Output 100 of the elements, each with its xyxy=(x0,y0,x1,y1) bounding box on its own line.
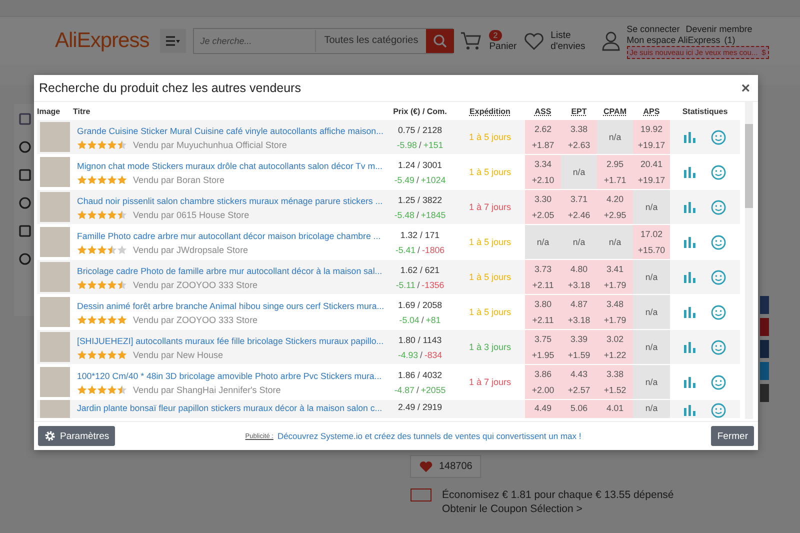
menu-button[interactable] xyxy=(160,29,186,53)
star-icon xyxy=(117,384,127,394)
ad-link[interactable]: Découvrez Systeme.io et créez des tunnels de ventes qui convertissent un max ! xyxy=(277,431,582,441)
product-thumbnail[interactable] xyxy=(40,122,70,152)
cart-link[interactable]: Panier xyxy=(489,41,517,52)
bar-chart-icon[interactable] xyxy=(684,202,696,212)
product-link[interactable]: 100*120 Cm/40 * 48in 3D bricolage amovible Photo arbre Pvc Stickers mura... xyxy=(77,370,382,382)
metric-change: +1.59 xyxy=(566,350,592,360)
star-icon xyxy=(107,280,117,290)
change-value: / xyxy=(418,140,422,150)
wishlist-link[interactable]: Liste d'envies xyxy=(550,30,595,52)
metric-value: 19.92 xyxy=(639,124,664,134)
product-link[interactable]: Bricolage cadre Photo de famille arbre mur autocollant décor à la maison sal... xyxy=(77,264,382,276)
toolbar-icon[interactable] xyxy=(18,252,32,266)
bar-chart-icon[interactable] xyxy=(684,342,696,352)
smiley-icon[interactable] xyxy=(710,200,726,214)
toolbar-icon[interactable] xyxy=(18,196,32,210)
product-link[interactable]: Dessin animé forêt arbre branche Animal hibou singe ours cerf Stickers mura... xyxy=(77,300,384,312)
metric-value: 4.80 xyxy=(569,264,589,274)
sign-in-link[interactable]: Se connecter xyxy=(626,24,680,34)
bar-chart-icon[interactable] xyxy=(684,166,696,178)
product-thumbnail[interactable] xyxy=(40,367,70,397)
smiley-icon[interactable] xyxy=(710,130,726,144)
settings-button[interactable]: Paramètres xyxy=(38,426,116,446)
bar-chart-icon[interactable] xyxy=(684,236,696,248)
smiley-icon[interactable] xyxy=(710,340,726,354)
toolbar-icon[interactable] xyxy=(18,140,32,154)
toolbar-icon[interactable] xyxy=(18,224,32,238)
star-icon xyxy=(87,210,97,220)
scrollbar[interactable] xyxy=(745,102,753,419)
change-value: +81 xyxy=(426,314,441,324)
smiley-icon[interactable] xyxy=(710,304,726,320)
metric-value: n/a xyxy=(644,272,659,282)
product-link[interactable]: Famille Photo cadre arbre mur autocollant décor maison bricolage chambre ... xyxy=(77,230,381,242)
star-icon xyxy=(97,280,107,290)
toolbar-icon[interactable] xyxy=(18,168,32,182)
change-value: +1845 xyxy=(420,210,446,220)
smiley-icon[interactable] xyxy=(710,164,726,180)
product-thumbnail[interactable] xyxy=(40,297,70,327)
seller-name: Vendu par Muyuchunhua Official Store xyxy=(133,140,287,150)
product-link[interactable]: [SHIJUEHEZI] autocollants muraux fée fille bricolage Stickers muraux papillo... xyxy=(77,334,384,346)
toolbar-icon[interactable] xyxy=(18,112,32,126)
smiley-icon[interactable] xyxy=(710,234,726,250)
heart-icon[interactable] xyxy=(524,32,544,50)
seller-name: Vendu par ZOOYOO 333 Store xyxy=(133,280,258,290)
product-link[interactable]: Jardin plante bonsaï fleur papillon stickers muraux décor à la maison salon c... xyxy=(77,402,382,414)
bar-chart-icon[interactable] xyxy=(684,376,696,388)
star-icon xyxy=(77,314,87,324)
cart-icon[interactable] xyxy=(460,31,482,51)
star-icon xyxy=(117,210,127,220)
product-thumbnail[interactable] xyxy=(40,157,70,187)
seller-name: Vendu par 0615 House Store xyxy=(133,210,250,220)
close-button[interactable]: × xyxy=(741,80,750,96)
metric-value: n/a xyxy=(572,237,586,247)
shipping-time: 1 à 5 jours xyxy=(468,272,512,282)
star-icon xyxy=(77,280,87,290)
bar-chart-icon[interactable] xyxy=(684,132,696,142)
smiley-icon[interactable] xyxy=(710,403,726,418)
product-link[interactable]: Mignon chat mode Stickers muraux drôle chat autocollants salon décor Tv m... xyxy=(77,160,382,172)
star-icon xyxy=(107,350,117,360)
metric-change: +1.79 xyxy=(602,315,628,325)
bar-chart-icon[interactable] xyxy=(684,405,696,416)
change-value: -5.41 xyxy=(395,244,416,254)
change-value: -834 xyxy=(424,350,442,360)
product-thumbnail[interactable] xyxy=(40,262,70,292)
product-thumbnail[interactable] xyxy=(40,192,70,222)
user-icon[interactable] xyxy=(602,31,620,51)
join-link[interactable]: Devenir membre xyxy=(686,24,752,34)
product-link[interactable]: Grande Cuisine Sticker Mural Cuisine café vinyle autocollants affiche maison... xyxy=(77,124,384,136)
account-link[interactable]: Mon espace AliExpress xyxy=(626,34,720,46)
change-value: / xyxy=(416,210,419,220)
coupon-link[interactable]: Obtenir le Coupon Sélection > xyxy=(442,502,674,516)
product-thumbnail[interactable] xyxy=(40,400,70,418)
product-thumbnail[interactable] xyxy=(40,227,70,257)
smiley-icon[interactable] xyxy=(710,374,726,390)
star-icon xyxy=(77,210,87,220)
metric-value: 3.75 xyxy=(533,334,553,344)
price-value: 1.32 / 171 xyxy=(400,230,440,240)
star-icon xyxy=(97,244,107,254)
metric-value: 20.41 xyxy=(639,159,664,169)
dialog-title: Recherche du produit chez les autres vendeurs xyxy=(39,81,301,95)
star-icon xyxy=(87,314,97,324)
likes-box[interactable]: 148706 xyxy=(410,455,482,478)
search-field[interactable]: Je cherche... Toutes les catégories xyxy=(193,28,454,54)
price-value: 1.86 / 4032 xyxy=(398,370,442,380)
smiley-icon[interactable] xyxy=(710,270,726,284)
close-dialog-button[interactable]: Fermer xyxy=(711,426,754,446)
coupon-icon xyxy=(410,488,432,502)
star-icon xyxy=(107,384,117,394)
change-value: +151 xyxy=(423,140,444,150)
bar-chart-icon[interactable] xyxy=(684,306,696,318)
product-thumbnail[interactable] xyxy=(40,332,70,362)
change-value: -1356 xyxy=(422,280,444,290)
product-link[interactable]: Chaud noir pissenlit salon chambre stickers muraux ménage parure stickers ... xyxy=(77,194,383,206)
change-value: -1806 xyxy=(422,244,444,254)
metric-change: +2.11 xyxy=(531,280,555,290)
price-value: 1.80 / 1143 xyxy=(398,334,442,344)
bar-chart-icon[interactable] xyxy=(684,272,696,282)
search-button[interactable] xyxy=(426,29,454,53)
metric-change: +1.79 xyxy=(602,280,628,290)
